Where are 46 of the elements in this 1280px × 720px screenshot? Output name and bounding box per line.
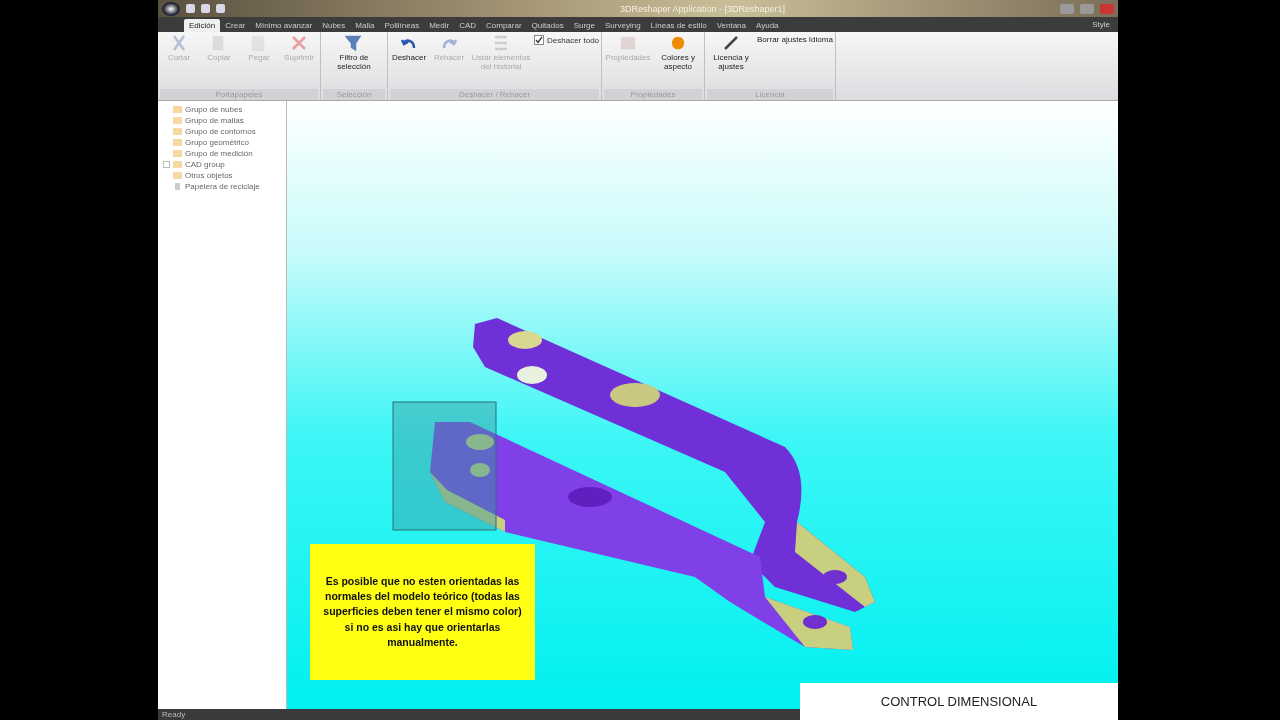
ribbon-tab[interactable]: Comparar	[481, 19, 527, 32]
list-icon	[492, 34, 510, 52]
pen-icon	[722, 34, 741, 52]
checkbox-label[interactable]: Deshacer todo	[547, 35, 600, 45]
minimize-button[interactable]	[1060, 3, 1074, 14]
status-text: Ready	[162, 710, 186, 719]
ribbon-button[interactable]: Filtro de selección	[323, 34, 385, 89]
ribbon-tab[interactable]: Ayuda	[751, 19, 784, 32]
ribbon-button[interactable]: Licencia y ajustes	[707, 34, 756, 89]
expand-icon[interactable]	[163, 161, 170, 168]
ribbon-tab[interactable]: Malla	[350, 19, 380, 32]
tree-item[interactable]: Grupo de medición	[185, 149, 253, 158]
ribbon-tab[interactable]: Mínimo avanzar	[250, 19, 318, 32]
filter-icon	[345, 34, 363, 52]
ribbon-tab[interactable]: Edición	[184, 19, 221, 32]
bin-icon	[173, 183, 182, 190]
ribbon-tab[interactable]: Polilíneas	[379, 19, 425, 32]
note-text: Es posible que no esten orientadas las normales del modelo teórico (todas las superficies deben tener el mismo color) si no es asi hay que orientarlas manualmente.	[322, 573, 523, 650]
ribbon-tab[interactable]: Surveying	[600, 19, 646, 32]
ribbon-link[interactable]: Idioma	[808, 35, 833, 44]
ribbon-button[interactable]: Deshacer	[390, 34, 428, 89]
tree-item[interactable]: Grupo de nubes	[185, 105, 243, 114]
tree-item[interactable]: Grupo de mallas	[185, 116, 244, 125]
tree-item[interactable]: Papelera de reciclaje	[185, 182, 260, 191]
caption-text: CONTROL DIMENSIONAL	[800, 683, 1118, 720]
delete-icon	[290, 34, 308, 52]
ribbon-tab[interactable]: Medir	[424, 19, 455, 32]
tree-item[interactable]: Grupo de contornos	[185, 127, 256, 136]
app-logo[interactable]	[162, 1, 180, 16]
ribbon-tab[interactable]: Quitados	[526, 19, 569, 32]
tree-item[interactable]: Grupo geométrico	[185, 138, 250, 147]
checkbox[interactable]	[534, 35, 544, 45]
style-menu[interactable]: Style	[1092, 20, 1110, 29]
cut-icon	[170, 34, 188, 52]
ribbon-tab[interactable]: Líneas de estilo	[645, 19, 712, 32]
tree-item[interactable]: CAD group	[185, 160, 225, 169]
ribbon-tab[interactable]: Nubes	[317, 19, 351, 32]
ribbon-tab[interactable]: Crear	[220, 19, 251, 32]
window-title: 3DReshaper Application - [3DReshaper1]	[619, 3, 786, 14]
tree-item[interactable]: Otros objetos	[185, 171, 233, 180]
maximize-button[interactable]	[1080, 3, 1094, 14]
ribbon-tab[interactable]: Surge	[568, 19, 600, 32]
ribbon-link[interactable]: Borrar ajustes	[757, 35, 807, 44]
ribbon-tab[interactable]: Ventana	[711, 19, 751, 32]
ribbon-tab[interactable]: CAD	[454, 19, 482, 32]
ribbon-button[interactable]: Colores y aspecto	[654, 34, 703, 89]
